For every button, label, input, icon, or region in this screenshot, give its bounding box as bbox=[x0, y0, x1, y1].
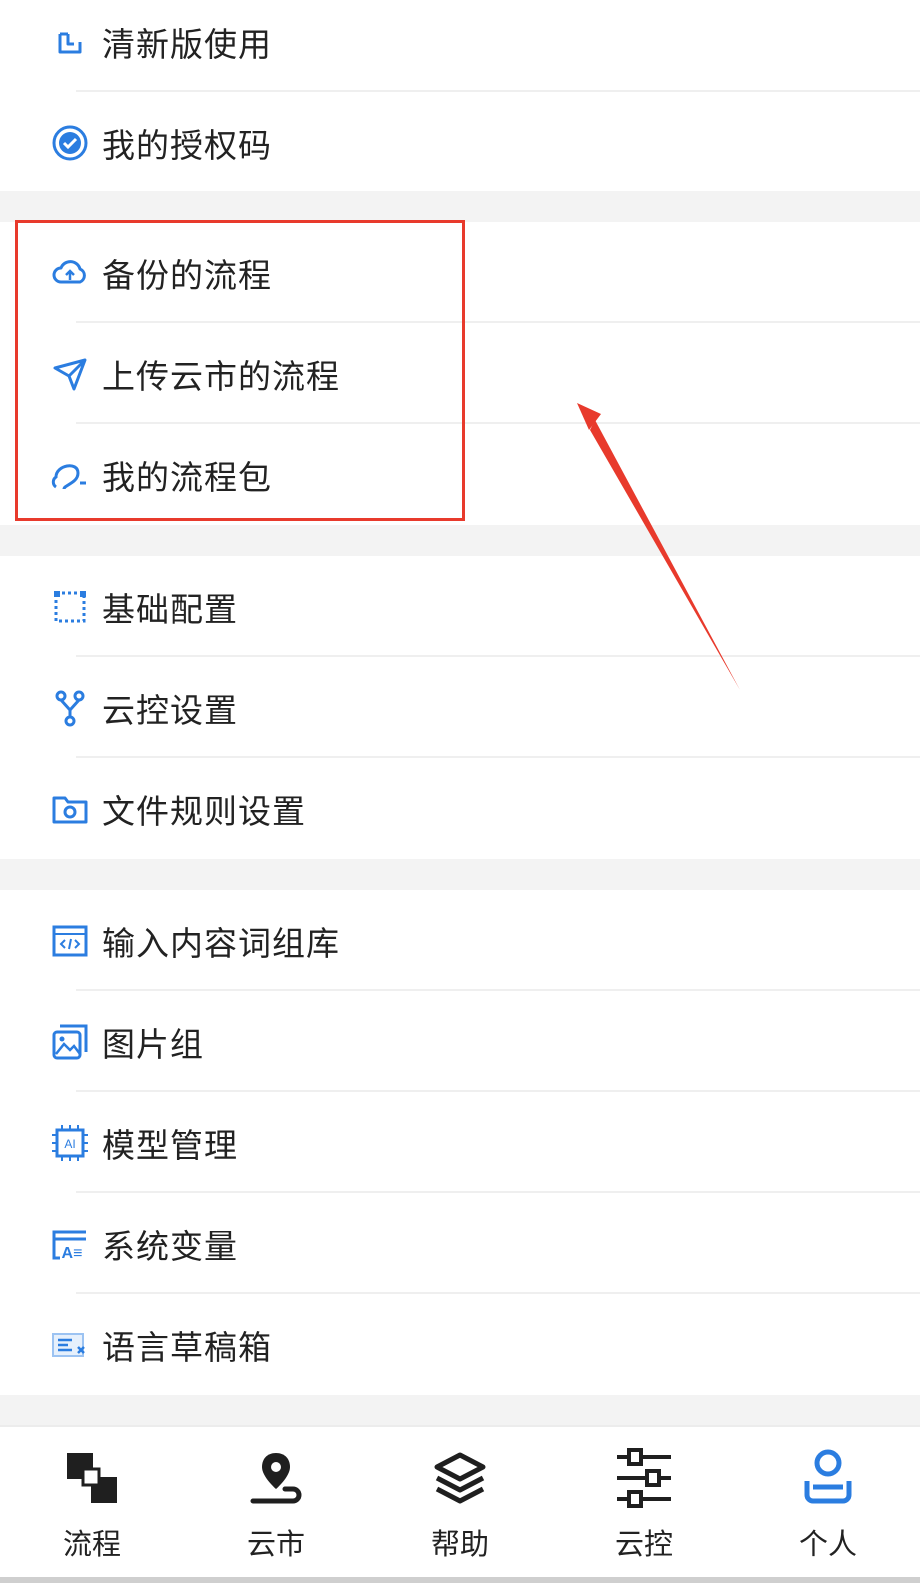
tab-label: 云市 bbox=[246, 1527, 305, 1561]
menu-item-label: 上传云市的流程 bbox=[102, 356, 340, 396]
section-gap bbox=[0, 191, 920, 222]
menu-item-model-management[interactable]: AI 模型管理 bbox=[0, 1092, 920, 1193]
menu-item-label: 基础配置 bbox=[102, 589, 238, 629]
draft-box-icon bbox=[50, 1325, 90, 1365]
dashed-frame-icon bbox=[50, 587, 90, 627]
menu-item-image-groups[interactable]: 图片组 bbox=[0, 991, 920, 1092]
menu-group-resources: 输入内容词组库 图片组 AI 模型管理 A≡ 系统变量 语言草稿箱 bbox=[0, 890, 920, 1395]
menu-item-label: 系统变量 bbox=[102, 1226, 238, 1266]
image-group-icon bbox=[50, 1022, 90, 1062]
menu-item-flow-packages[interactable]: 我的流程包 bbox=[0, 424, 920, 525]
bottom-tab-bar: 流程 云市 帮助 云控 个人 bbox=[0, 1425, 920, 1583]
flow-package-icon bbox=[50, 455, 90, 495]
menu-item-file-rules[interactable]: 文件规则设置 bbox=[0, 758, 920, 859]
flow-blocks-icon bbox=[67, 1453, 117, 1503]
menu-item-label: 图片组 bbox=[102, 1024, 204, 1064]
tab-label: 云控 bbox=[614, 1527, 673, 1561]
menu-item-label: 备份的流程 bbox=[102, 255, 272, 295]
branch-icon bbox=[50, 688, 90, 728]
menu-item-cloud-control-settings[interactable]: 云控设置 bbox=[0, 657, 920, 758]
folder-gear-icon bbox=[50, 789, 90, 829]
menu-item-label: 输入内容词组库 bbox=[102, 923, 340, 963]
menu-item-label: 云控设置 bbox=[102, 690, 238, 730]
tab-label: 流程 bbox=[62, 1527, 121, 1561]
menu-item-label: 清新版使用 bbox=[102, 24, 272, 64]
variable-icon: A≡ bbox=[50, 1224, 90, 1264]
sliders-icon bbox=[617, 1448, 671, 1508]
verified-badge-icon bbox=[50, 123, 90, 163]
layers-icon bbox=[434, 1452, 486, 1504]
tab-label: 个人 bbox=[798, 1527, 857, 1561]
svg-text:AI: AI bbox=[64, 1137, 75, 1151]
menu-item-backup-flows[interactable]: 备份的流程 bbox=[0, 222, 920, 323]
profile-page: 清新版使用 我的授权码 备份的流程 上传云市的流程 我的流程包 基础配置 云控设… bbox=[0, 0, 920, 1583]
menu-item-label: 我的授权码 bbox=[102, 125, 272, 165]
menu-group-account: 清新版使用 我的授权码 bbox=[0, 0, 920, 193]
tab-label: 帮助 bbox=[430, 1527, 489, 1561]
section-gap bbox=[0, 859, 920, 890]
menu-group-flows: 备份的流程 上传云市的流程 我的流程包 bbox=[0, 222, 920, 525]
menu-item-language-drafts[interactable]: 语言草稿箱 bbox=[0, 1294, 920, 1395]
menu-item-label: 我的流程包 bbox=[102, 457, 272, 497]
menu-item-basic-config[interactable]: 基础配置 bbox=[0, 556, 920, 657]
menu-item-label: 语言草稿箱 bbox=[102, 1327, 272, 1367]
tab-cloud-control[interactable]: 云控 bbox=[552, 1427, 736, 1583]
tab-profile[interactable]: 个人 bbox=[736, 1427, 920, 1583]
menu-group-settings: 基础配置 云控设置 文件规则设置 bbox=[0, 556, 920, 859]
menu-item-label: 模型管理 bbox=[102, 1125, 238, 1165]
section-gap bbox=[0, 525, 920, 556]
location-pin-icon bbox=[250, 1453, 302, 1504]
cloud-backup-icon bbox=[50, 253, 90, 293]
menu-item-label: 文件规则设置 bbox=[102, 791, 306, 831]
tab-help[interactable]: 帮助 bbox=[368, 1427, 552, 1583]
menu-item-phrase-library[interactable]: 输入内容词组库 bbox=[0, 890, 920, 991]
svg-text:A≡: A≡ bbox=[62, 1245, 83, 1262]
paper-plane-icon bbox=[50, 354, 90, 394]
switch-icon bbox=[50, 22, 90, 62]
tab-flow[interactable]: 流程 bbox=[0, 1427, 184, 1583]
home-indicator-bar bbox=[0, 1577, 920, 1583]
section-gap bbox=[0, 1395, 920, 1425]
menu-item-license-code[interactable]: 我的授权码 bbox=[0, 92, 920, 193]
tab-market[interactable]: 云市 bbox=[184, 1427, 368, 1583]
menu-item-system-variables[interactable]: A≡ 系统变量 bbox=[0, 1193, 920, 1294]
menu-item-classic-mode[interactable]: 清新版使用 bbox=[0, 0, 920, 92]
person-icon bbox=[804, 1449, 852, 1504]
code-window-icon bbox=[50, 921, 90, 961]
menu-item-uploaded-flows[interactable]: 上传云市的流程 bbox=[0, 323, 920, 424]
ai-chip-icon: AI bbox=[50, 1123, 90, 1163]
